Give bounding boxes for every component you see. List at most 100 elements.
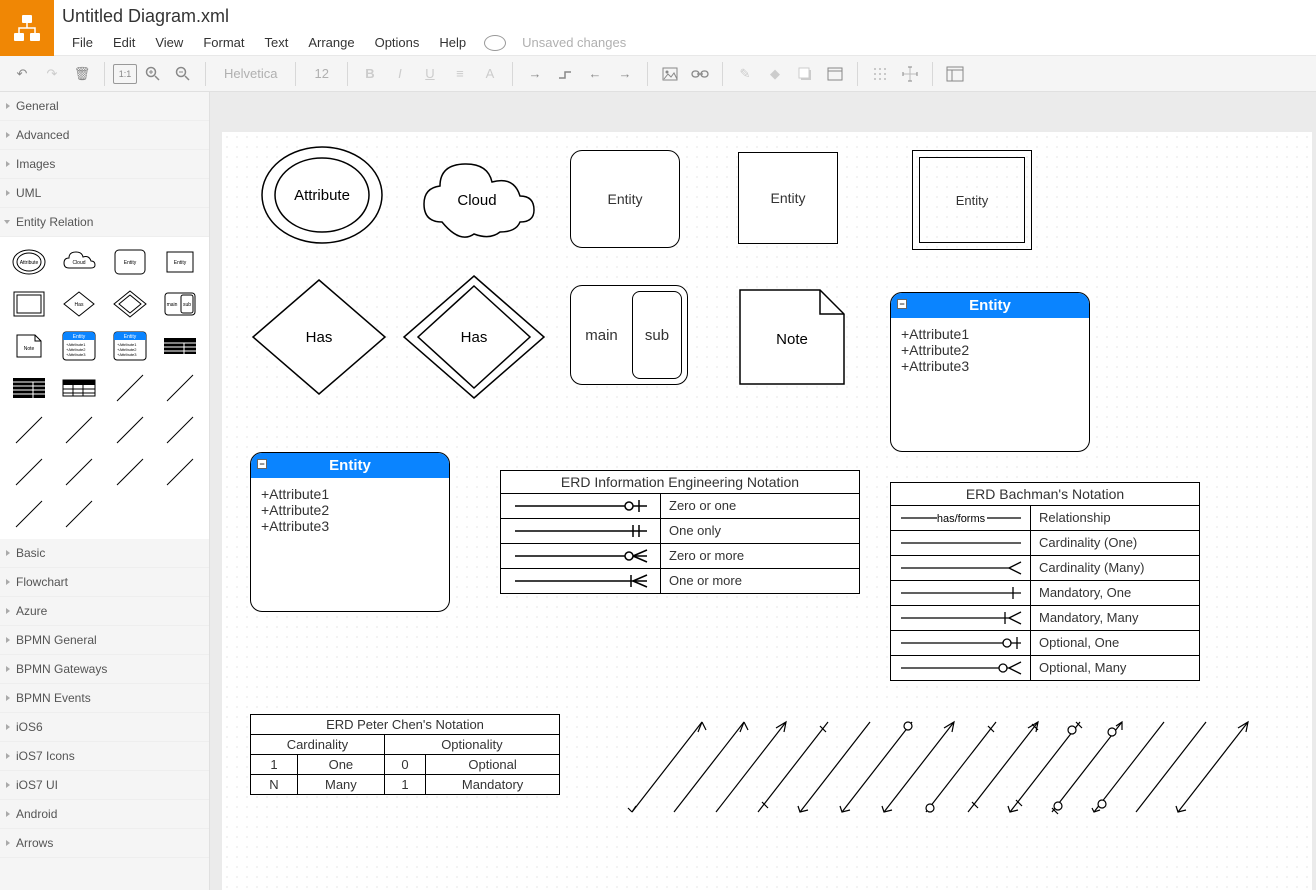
- zoom-in-button[interactable]: [139, 60, 167, 88]
- font-size-select[interactable]: 12: [304, 66, 338, 81]
- canvas-bachman-notation[interactable]: ERD Bachman's Notation has/formsRelation…: [890, 482, 1200, 681]
- guides-button[interactable]: [896, 60, 924, 88]
- palette-azure[interactable]: Azure: [0, 597, 209, 626]
- menu-view[interactable]: View: [145, 31, 193, 54]
- canvas-chen-notation[interactable]: ERD Peter Chen's Notation CardinalityOpt…: [250, 714, 560, 795]
- shape-table-notation1[interactable]: [157, 327, 203, 365]
- palette-basic[interactable]: Basic: [0, 539, 209, 568]
- shape-line5[interactable]: [107, 411, 153, 449]
- shape-line8[interactable]: [56, 453, 102, 491]
- palette-images[interactable]: Images: [0, 150, 209, 179]
- shape-line11[interactable]: [6, 495, 52, 533]
- bachman-row: Optional, One: [1031, 631, 1199, 655]
- canvas[interactable]: Attribute Cloud Entity Entity Entity Has…: [222, 132, 1312, 890]
- menu-options[interactable]: Options: [365, 31, 430, 54]
- canvas-weak-entity[interactable]: Entity: [912, 150, 1032, 250]
- menu-help[interactable]: Help: [429, 31, 476, 54]
- shape-line9[interactable]: [107, 453, 153, 491]
- shape-attribute[interactable]: Attribute: [6, 243, 52, 281]
- palette-arrows[interactable]: Arrows: [0, 829, 209, 858]
- image-button[interactable]: [656, 60, 684, 88]
- shape-line12[interactable]: [56, 495, 102, 533]
- shape-line4[interactable]: [56, 411, 102, 449]
- canvas-entity-blue-1[interactable]: −Entity +Attribute1 +Attribute2 +Attribu…: [890, 292, 1090, 452]
- shape-line1[interactable]: [107, 369, 153, 407]
- shape-line3[interactable]: [6, 411, 52, 449]
- line-end-button[interactable]: →: [611, 60, 639, 88]
- menu-arrange[interactable]: Arrange: [298, 31, 364, 54]
- shape-line10[interactable]: [157, 453, 203, 491]
- shape-line2[interactable]: [157, 369, 203, 407]
- font-family-select[interactable]: Helvetica: [214, 66, 287, 81]
- collapse-icon[interactable]: −: [897, 299, 907, 309]
- canvas-main-sub[interactable]: main sub: [570, 285, 688, 385]
- palette-bpmn-events[interactable]: BPMN Events: [0, 684, 209, 713]
- connection-button[interactable]: →: [521, 60, 549, 88]
- delete-button[interactable]: 🗑: [68, 60, 96, 88]
- shape-entity-rect[interactable]: Entity: [157, 243, 203, 281]
- shape-cloud[interactable]: Cloud: [56, 243, 102, 281]
- menu-file[interactable]: File: [62, 31, 103, 54]
- palette-general[interactable]: General: [0, 92, 209, 121]
- undo-button[interactable]: ↶: [8, 60, 36, 88]
- menu-format[interactable]: Format: [193, 31, 254, 54]
- canvas-wrap[interactable]: Attribute Cloud Entity Entity Entity Has…: [210, 92, 1316, 890]
- fill-color-button[interactable]: ◆: [761, 60, 789, 88]
- menu-text[interactable]: Text: [254, 31, 298, 54]
- canvas-has-double-diamond[interactable]: Has: [402, 272, 547, 402]
- link-button[interactable]: [686, 60, 714, 88]
- document-title[interactable]: Untitled Diagram.xml: [62, 4, 636, 31]
- shape-table-notation3[interactable]: [56, 369, 102, 407]
- underline-button[interactable]: U: [416, 60, 444, 88]
- palette-ios7-icons[interactable]: iOS7 Icons: [0, 742, 209, 771]
- palette-bpmn-general[interactable]: BPMN General: [0, 626, 209, 655]
- palette-advanced[interactable]: Advanced: [0, 121, 209, 150]
- waypoint-button[interactable]: [551, 60, 579, 88]
- shape-entity-blue1[interactable]: Entity+Attribute1+Attribute2+Attribute3: [56, 327, 102, 365]
- shape-has-double-diamond[interactable]: [107, 285, 153, 323]
- shape-table-notation2[interactable]: [6, 369, 52, 407]
- shape-line7[interactable]: [6, 453, 52, 491]
- align-button[interactable]: ≡: [446, 60, 474, 88]
- zoom-reset-button[interactable]: 1:1: [113, 64, 137, 84]
- shape-entity-rounded[interactable]: Entity: [107, 243, 153, 281]
- palette-android[interactable]: Android: [0, 800, 209, 829]
- canvas-ie-notation[interactable]: ERD Information Engineering Notation Zer…: [500, 470, 860, 594]
- shape-sidebar[interactable]: General Advanced Images UML Entity Relat…: [0, 92, 210, 890]
- shadow-button[interactable]: [791, 60, 819, 88]
- canvas-cloud[interactable]: Cloud: [412, 147, 542, 247]
- container-button[interactable]: [821, 60, 849, 88]
- line-color-button[interactable]: ✎: [731, 60, 759, 88]
- font-color-button[interactable]: A: [476, 60, 504, 88]
- canvas-entity-rounded[interactable]: Entity: [570, 150, 680, 248]
- bold-button[interactable]: B: [356, 60, 384, 88]
- language-icon[interactable]: [484, 35, 506, 51]
- line-start-button[interactable]: ←: [581, 60, 609, 88]
- shape-note[interactable]: Note: [6, 327, 52, 365]
- entity-head-label: Entity: [329, 457, 371, 474]
- shape-has-diamond[interactable]: Has: [56, 285, 102, 323]
- shape-main-sub[interactable]: mainsub: [157, 285, 203, 323]
- palette-flowchart[interactable]: Flowchart: [0, 568, 209, 597]
- palette-bpmn-gateways[interactable]: BPMN Gateways: [0, 655, 209, 684]
- palette-ios7-ui[interactable]: iOS7 UI: [0, 771, 209, 800]
- zoom-out-button[interactable]: [169, 60, 197, 88]
- palette-ios6[interactable]: iOS6: [0, 713, 209, 742]
- palette-uml[interactable]: UML: [0, 179, 209, 208]
- canvas-has-diamond[interactable]: Has: [247, 272, 392, 402]
- canvas-entity-rect[interactable]: Entity: [738, 152, 838, 244]
- menu-edit[interactable]: Edit: [103, 31, 145, 54]
- shape-line6[interactable]: [157, 411, 203, 449]
- shape-entity-blue2[interactable]: Entity+Attribute1+Attribute2+Attribute3: [107, 327, 153, 365]
- redo-button[interactable]: ↷: [38, 60, 66, 88]
- canvas-entity-blue-2[interactable]: −Entity +Attribute1 +Attribute2 +Attribu…: [250, 452, 450, 612]
- canvas-note[interactable]: Note: [732, 282, 852, 392]
- shape-weak-entity[interactable]: [6, 285, 52, 323]
- grid-dots-button[interactable]: [866, 60, 894, 88]
- layout-button[interactable]: [941, 60, 969, 88]
- palette-entity-relation[interactable]: Entity Relation: [0, 208, 209, 237]
- canvas-attribute[interactable]: Attribute: [257, 140, 387, 250]
- app-logo[interactable]: [0, 0, 54, 56]
- collapse-icon[interactable]: −: [257, 459, 267, 469]
- italic-button[interactable]: I: [386, 60, 414, 88]
